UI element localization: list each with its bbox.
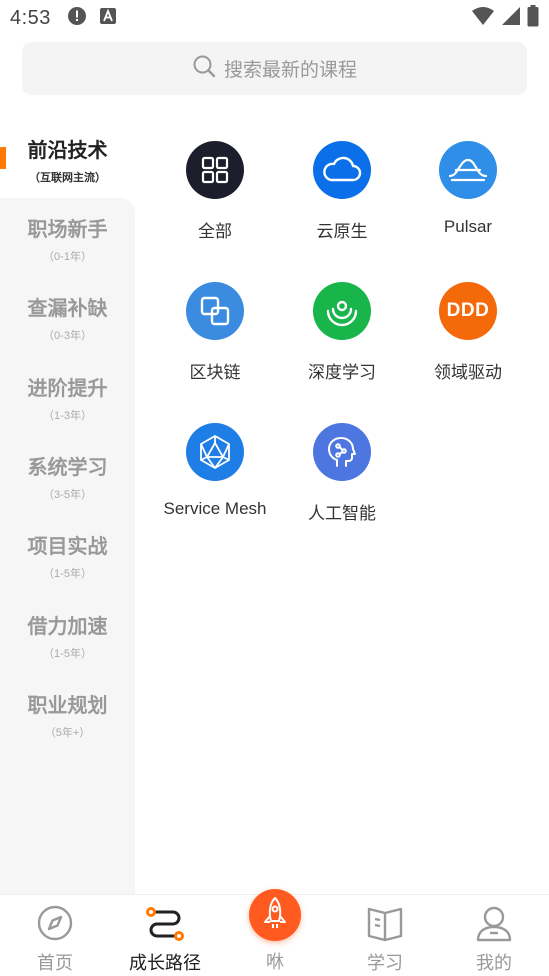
category-blockchain[interactable]: 区块链 <box>152 282 278 383</box>
category-label: 人工智能 <box>308 504 376 523</box>
category-pulsar[interactable]: Pulsar <box>405 141 531 237</box>
rocket-button[interactable] <box>249 889 301 941</box>
search-icon <box>192 54 216 83</box>
sidebar-item-title: 职业规划 <box>27 694 108 717</box>
keyboard-icon <box>99 7 117 30</box>
category-service-mesh[interactable]: Service Mesh <box>152 423 278 519</box>
service-mesh-icon <box>186 423 244 481</box>
category-label: 全部 <box>198 222 232 241</box>
alert-icon <box>67 6 87 31</box>
sidebar-item-subtitle: （互联网主流） <box>29 171 106 184</box>
pulsar-icon <box>439 141 497 199</box>
category-cloud-native[interactable]: 云原生 <box>279 141 405 242</box>
sidebar-item-subtitle: （0-1年） <box>43 250 92 263</box>
battery-icon <box>527 4 539 32</box>
sidebar-item-title: 系统学习 <box>27 456 108 479</box>
category-all[interactable]: 全部 <box>152 141 278 242</box>
sidebar-item-subtitle: （5年+） <box>44 726 91 739</box>
category-label: 深度学习 <box>308 363 376 382</box>
sidebar-item-frontier-tech[interactable]: 前沿技术 （互联网主流） <box>0 120 135 198</box>
wifi-icon <box>471 6 495 31</box>
sidebar-item-title: 职场新手 <box>27 218 108 241</box>
search-bar[interactable]: 搜索最新的课程 <box>22 42 527 95</box>
blockchain-icon <box>186 282 244 340</box>
nav-label: 首页 <box>37 953 73 973</box>
sidebar-item-title: 项目实战 <box>27 535 108 558</box>
status-bar: 4:53 <box>0 0 549 36</box>
user-icon <box>475 903 513 943</box>
category-ai[interactable]: 人工智能 <box>279 423 405 524</box>
nav-growth-path[interactable]: 成长路径 <box>110 895 220 976</box>
sidebar-item-title: 进阶提升 <box>27 377 108 400</box>
ddd-icon: DDD <box>439 282 497 340</box>
sidebar-item-fill-gaps[interactable]: 查漏补缺 （0-3年） <box>0 278 135 356</box>
status-time: 4:53 <box>10 6 51 29</box>
nav-mine[interactable]: 我的 <box>439 895 549 976</box>
deep-learning-icon <box>313 282 371 340</box>
grid-icon <box>186 141 244 199</box>
category-label: Pulsar <box>443 217 493 236</box>
sidebar-item-advance[interactable]: 进阶提升 （1-3年） <box>0 358 135 436</box>
sidebar-item-title: 前沿技术 <box>27 139 108 162</box>
nav-label: 我的 <box>476 953 512 973</box>
sidebar-item-subtitle: （1-5年） <box>43 567 92 580</box>
sidebar-item-newcomer[interactable]: 职场新手 （0-1年） <box>0 199 135 277</box>
nav-home[interactable]: 首页 <box>0 895 110 976</box>
sidebar-item-title: 查漏补缺 <box>27 297 108 320</box>
path-icon <box>145 903 185 943</box>
category-label: 领域驱动 <box>434 363 502 382</box>
category-label: 云原生 <box>316 222 368 241</box>
nav-label: 成长路径 <box>129 953 201 973</box>
sidebar-item-projects[interactable]: 项目实战 （1-5年） <box>0 516 135 594</box>
sidebar-item-subtitle: （3-5年） <box>43 488 92 501</box>
sidebar-item-subtitle: （1-3年） <box>43 409 92 422</box>
search-placeholder: 搜索最新的课程 <box>223 60 357 81</box>
signal-icon <box>501 6 521 31</box>
rocket-icon <box>262 896 288 935</box>
rocket-label: 咻 <box>266 952 284 972</box>
sidebar-item-career[interactable]: 职业规划 （5年+） <box>0 675 135 753</box>
category-deep-learning[interactable]: 深度学习 <box>279 282 405 383</box>
nav-study[interactable]: 学习 <box>330 895 440 976</box>
book-icon <box>366 903 404 943</box>
sidebar-item-title: 借力加速 <box>27 615 108 638</box>
sidebar-item-systematic[interactable]: 系统学习 （3-5年） <box>0 437 135 515</box>
sidebar-item-subtitle: （0-3年） <box>43 329 92 342</box>
sidebar-item-subtitle: （1-5年） <box>43 647 92 660</box>
sidebar-item-accelerate[interactable]: 借力加速 （1-5年） <box>0 596 135 674</box>
cloud-icon <box>313 141 371 199</box>
category-label: Service Mesh <box>163 499 267 518</box>
ai-brain-icon <box>313 423 371 481</box>
ddd-icon-text: DDD <box>446 300 490 321</box>
category-ddd[interactable]: DDD 领域驱动 <box>405 282 531 383</box>
category-label: 区块链 <box>189 363 241 382</box>
compass-icon <box>36 903 74 943</box>
nav-label: 学习 <box>367 953 403 973</box>
